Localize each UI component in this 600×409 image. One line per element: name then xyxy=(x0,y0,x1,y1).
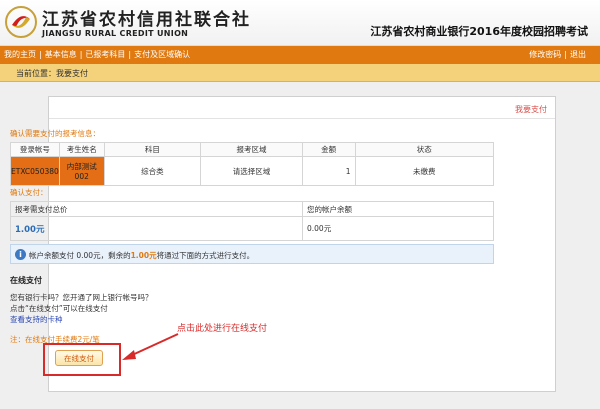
nav-item-home[interactable]: 我的主页 xyxy=(4,50,36,59)
logo-english-name: JIANGSU RURAL CREDIT UNION xyxy=(42,29,189,38)
cell-subject: 综合类 xyxy=(103,156,202,186)
online-question-text: 您有银行卡吗？您开通了网上银行帐号吗？ xyxy=(10,293,153,302)
total-amount: 1.00元 xyxy=(10,216,303,241)
nav-item-payment-region[interactable]: 支付及区域确认 xyxy=(134,50,190,59)
cell-region: 请选择区域 xyxy=(200,156,303,186)
col-header-region: 报考区域 xyxy=(200,142,303,157)
cell-status: 未缴费 xyxy=(354,156,495,186)
col-header-name: 考生姓名 xyxy=(58,142,105,157)
cell-account: ETXC050380 xyxy=(10,156,60,186)
cell-name: 内部测试002 xyxy=(58,156,105,186)
col-header-total: 报考需支付总价 xyxy=(10,201,303,217)
online-payment-title: 在线支付 xyxy=(10,276,42,285)
supported-cards-link[interactable]: 查看支持的卡种 xyxy=(10,314,63,325)
nav-separator: | xyxy=(128,50,132,59)
page-title: 江苏省农村商业银行2016年度校园招聘考试 xyxy=(370,25,588,38)
col-header-account: 登录帐号 xyxy=(10,142,60,157)
change-password-link[interactable]: 修改密码 xyxy=(529,50,561,59)
confirm-payment-label: 确认支付： xyxy=(10,188,48,197)
bank-emblem-icon xyxy=(5,6,37,38)
table-row: 1.00元 0.00元 xyxy=(10,216,494,241)
nav-separator: | xyxy=(39,50,42,59)
nav-separator: | xyxy=(79,50,83,59)
notice-before: 帐户余额支付 0.00元，剩余的 xyxy=(29,251,131,260)
table-row: ETXC050380 内部测试002 综合类 请选择区域 1 未缴费 xyxy=(10,156,495,186)
nav-item-basic-info[interactable]: 基本信息 xyxy=(45,50,77,59)
info-icon: i xyxy=(15,249,26,260)
confirm-info-label: 确认需要支付的报考信息： xyxy=(10,129,100,138)
registration-table: 登录帐号 考生姓名 科目 报考区域 金额 状态 ETXC050380 内部测试0… xyxy=(10,142,495,186)
online-pay-button[interactable]: 在线支付 xyxy=(55,350,103,366)
panel-title: 我要支付 xyxy=(515,105,547,114)
cell-amount: 1 xyxy=(301,156,356,186)
notice-after: 将通过下面的方式进行支付。 xyxy=(156,251,255,260)
breadcrumb-bar: 当前位置：我要支付 xyxy=(0,64,600,82)
notice-text: 帐户余额支付 0.00元，剩余的1.00元将通过下面的方式进行支付。 xyxy=(29,250,254,261)
col-header-balance: 您的帐户余额 xyxy=(302,201,494,217)
callout-text: 点击此处进行在线支付 xyxy=(177,324,268,334)
col-header-amount: 金额 xyxy=(301,142,356,157)
logo-chinese-name: 江苏省农村信用社联合社 xyxy=(42,10,251,30)
panel-header: 我要支付 xyxy=(49,97,555,119)
notice-amount: 1.00元 xyxy=(130,251,157,260)
main-nav: 我的主页 | 基本信息 | 已报考科目 | 支付及区域确认 修改密码 | 退出 xyxy=(0,46,600,64)
payment-summary-table: 报考需支付总价 您的帐户余额 1.00元 0.00元 xyxy=(10,201,494,241)
account-balance: 0.00元 xyxy=(302,216,494,241)
nav-separator: | xyxy=(564,50,567,59)
arrow-icon xyxy=(122,333,179,360)
page-header: 江苏省农村信用社联合社 JIANGSU RURAL CREDIT UNION 江… xyxy=(0,0,600,46)
breadcrumb: 当前位置：我要支付 xyxy=(16,69,88,78)
nav-item-registered-subjects[interactable]: 已报考科目 xyxy=(85,50,125,59)
balance-notice: i 帐户余额支付 0.00元，剩余的1.00元将通过下面的方式进行支付。 xyxy=(10,244,494,264)
online-hint-text: 点击“在线支付”可以在线支付 xyxy=(10,304,108,313)
col-header-status: 状态 xyxy=(354,142,495,157)
col-header-subject: 科目 xyxy=(103,142,202,157)
logout-link[interactable]: 退出 xyxy=(570,50,586,59)
